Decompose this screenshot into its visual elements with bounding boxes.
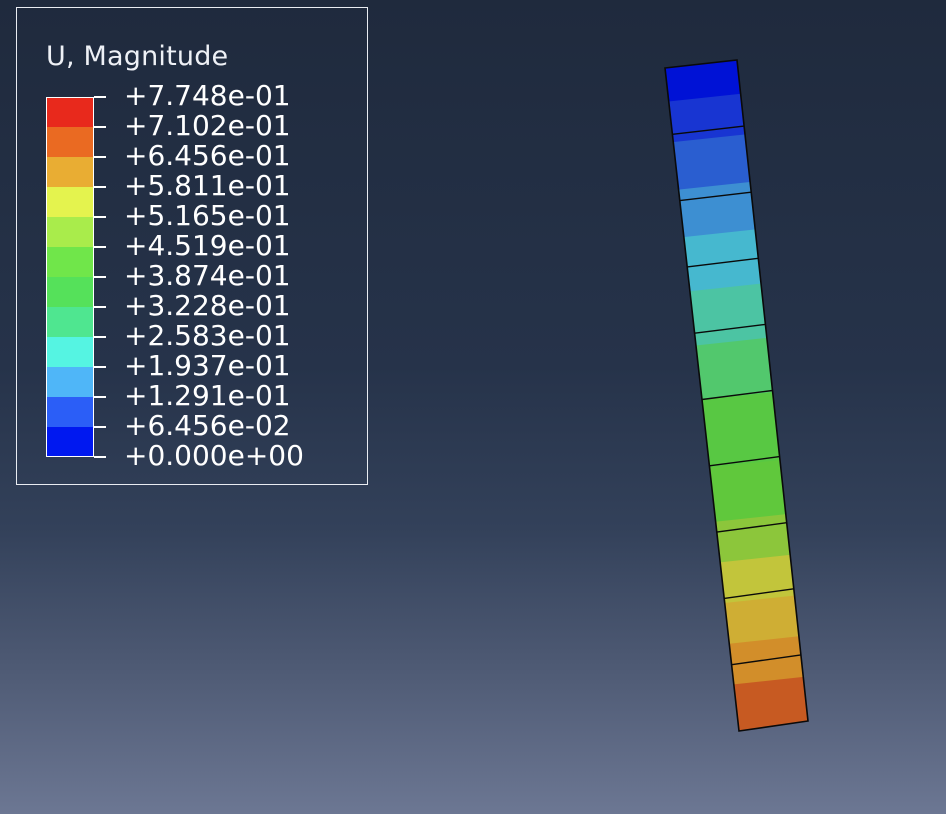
contour-band [678,282,779,348]
contour-band [672,228,773,294]
contour-band [726,730,808,731]
model-view[interactable] [0,0,946,814]
beam-contour [665,60,808,731]
contour-band [720,675,808,731]
viewport[interactable]: U, Magnitude +7.748e-01 +7.102e-01 +6.456e… [0,0,946,814]
